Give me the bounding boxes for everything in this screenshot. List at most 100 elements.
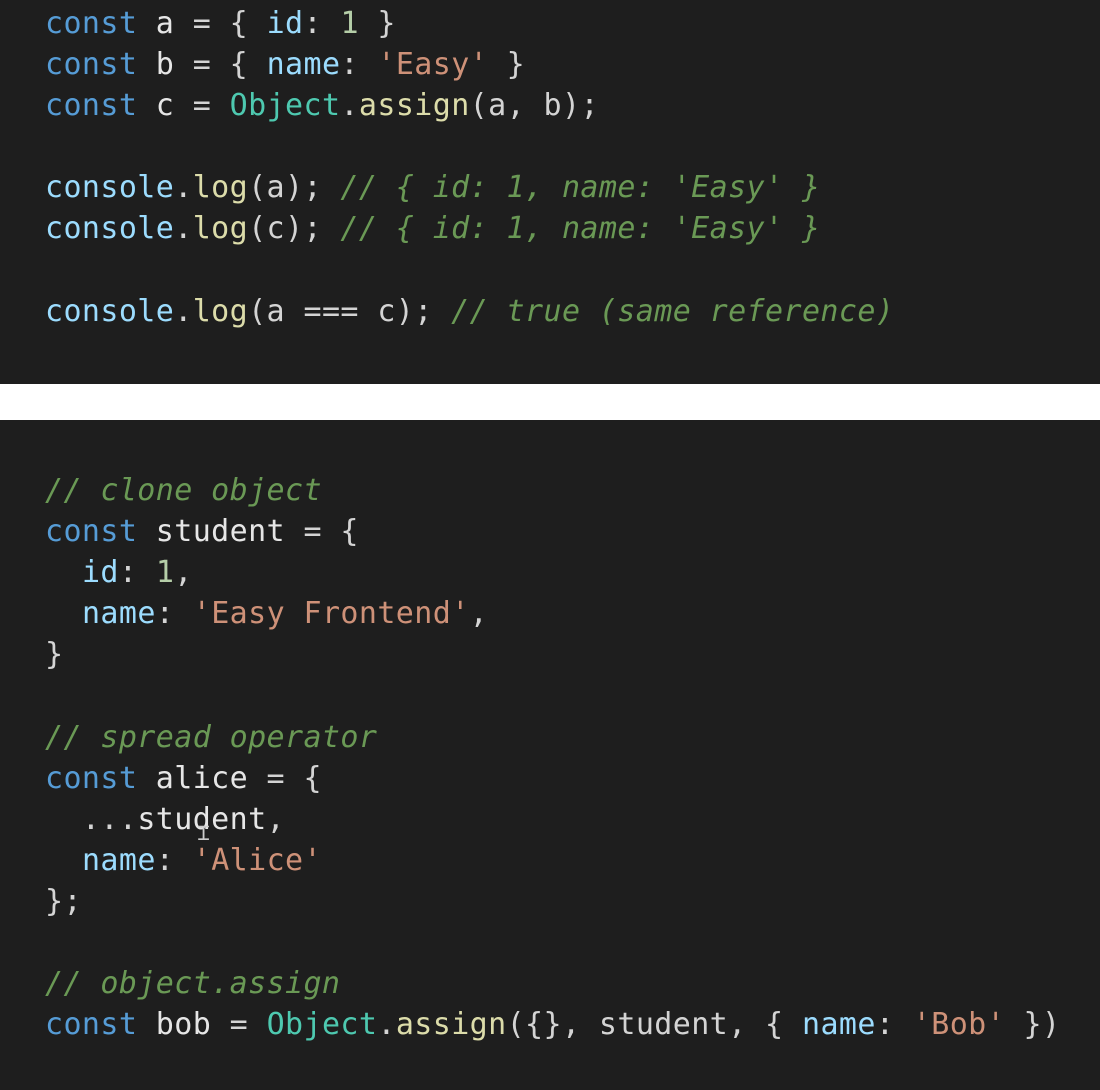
code-token-punc: .: [340, 88, 359, 124]
code-token-punc: };: [45, 883, 82, 919]
code-token-punc: .: [377, 1007, 396, 1043]
code-token-var: c: [155, 88, 175, 124]
code-token-var: alice: [155, 760, 249, 796]
code-token-punc: :: [340, 47, 378, 83]
code-token-fn: log: [192, 211, 249, 247]
code-token-prop: name: [81, 596, 156, 632]
code-token-console: console: [45, 170, 175, 206]
code-line: console.log(a); // { id: 1, name: 'Easy'…: [45, 167, 894, 208]
code-token-fn: assign: [395, 1007, 507, 1043]
code-token-punc: :: [303, 6, 341, 41]
code-line: const b = { name: 'Easy' }: [45, 44, 894, 85]
code-token-kw: const: [45, 760, 138, 796]
code-token-var: b: [155, 47, 175, 83]
code-token-num: 1: [340, 6, 359, 41]
code-token-punc: [137, 47, 155, 82]
code-token-comment: // spread operator: [45, 719, 378, 755]
code-token-comment: // clone object: [45, 473, 322, 508]
code-token-prop: name: [81, 842, 156, 878]
code-token-num: 1: [155, 555, 175, 591]
code-token-punc: ({}, student, {: [506, 1007, 802, 1043]
code-token-punc: }: [488, 47, 526, 83]
code-token-punc: [137, 761, 155, 796]
code-token-punc: [137, 1007, 155, 1042]
code-token-punc: = {: [174, 47, 267, 83]
code-line: };: [45, 881, 1060, 922]
code-token-fn: log: [192, 170, 249, 206]
code-token-punc: :: [118, 555, 156, 591]
code-token-punc: = {: [285, 514, 359, 550]
code-line: const a = { id: 1 }: [45, 3, 894, 44]
code-line: // clone object: [45, 470, 1060, 511]
code-token-punc: }: [45, 637, 64, 673]
code-line: const bob = Object.assign({}, student, {…: [45, 1004, 1060, 1045]
code-block-object-assign-reference: const a = { id: 1 } const b = { name: 'Ea…: [45, 3, 894, 332]
code-token-obj: Object: [229, 88, 341, 124]
code-token-punc: :: [875, 1007, 913, 1043]
code-token-punc: .: [174, 170, 193, 206]
code-token-console: console: [45, 293, 175, 329]
code-panel-bottom: // clone object const student = { id: 1, …: [0, 420, 1100, 1090]
code-token-punc: [45, 555, 82, 590]
code-token-punc: (a === c);: [248, 293, 452, 329]
code-token-punc: (a);: [248, 170, 341, 206]
code-token-str: 'Easy': [377, 47, 489, 83]
code-token-str: 'Easy Frontend': [192, 596, 470, 632]
code-token-punc: [137, 6, 155, 41]
code-token-punc: ...: [45, 801, 138, 837]
code-token-var: a: [155, 6, 175, 41]
code-token-fn: log: [192, 293, 249, 329]
code-token-prop: id: [81, 555, 119, 591]
code-line: const c = Object.assign(a, b);: [45, 85, 894, 126]
code-token-comment: // { id: 1, name: 'Easy' }: [340, 170, 821, 206]
code-token-console: console: [45, 211, 175, 247]
code-token-comment: // true (same reference): [451, 293, 895, 329]
code-token-prop: name: [801, 1007, 876, 1043]
code-token-punc: [45, 843, 82, 878]
code-line: name: 'Easy Frontend',: [45, 593, 1060, 634]
code-token-punc: [45, 596, 82, 631]
code-block-clone-object: // clone object const student = { id: 1, …: [45, 470, 1060, 1045]
code-token-var: student: [155, 514, 286, 550]
code-line: // object.assign: [45, 963, 1060, 1004]
code-line: const alice = {: [45, 758, 1060, 799]
code-token-comment: // { id: 1, name: 'Easy' }: [340, 211, 821, 247]
code-token-var: bob: [155, 1007, 212, 1043]
code-token-kw: const: [45, 514, 138, 550]
code-token-str: 'Bob': [912, 1007, 1006, 1043]
code-token-str: 'Alice': [192, 842, 322, 878]
code-token-punc: = {: [248, 760, 322, 796]
code-token-punc: ,: [174, 555, 193, 591]
code-token-punc: [137, 514, 155, 549]
code-line: }: [45, 634, 1060, 675]
code-line: // spread operator: [45, 717, 1060, 758]
code-token-punc: (c);: [248, 211, 341, 247]
code-token-prop: name: [266, 47, 341, 83]
code-token-punc: =: [174, 88, 230, 124]
code-token-obj: Object: [266, 1007, 378, 1043]
code-token-kw: const: [45, 1007, 138, 1043]
code-token-kw: const: [45, 88, 138, 124]
code-token-kw: const: [45, 47, 138, 83]
code-token-prop: id: [266, 6, 304, 41]
code-token-punc: :: [155, 842, 193, 878]
code-token-punc: }: [358, 6, 396, 41]
code-line: name: 'Alice': [45, 840, 1060, 881]
code-panel-top: const a = { id: 1 } const b = { name: 'Ea…: [0, 0, 1100, 384]
i-beam-cursor-icon: Ɪ: [198, 821, 210, 845]
code-token-punc: ,: [469, 596, 489, 632]
code-token-punc: :: [155, 596, 193, 632]
code-token-comment: // object.assign: [45, 966, 341, 1002]
code-token-punc: (a, b);: [469, 88, 599, 124]
code-token-punc: .: [174, 211, 193, 247]
code-token-kw: const: [45, 6, 138, 41]
code-token-punc: = {: [174, 6, 267, 41]
code-token-punc: }): [1005, 1007, 1061, 1043]
code-line: const student = {: [45, 511, 1060, 552]
code-token-punc: .: [174, 293, 193, 329]
code-token-punc: [137, 88, 155, 123]
